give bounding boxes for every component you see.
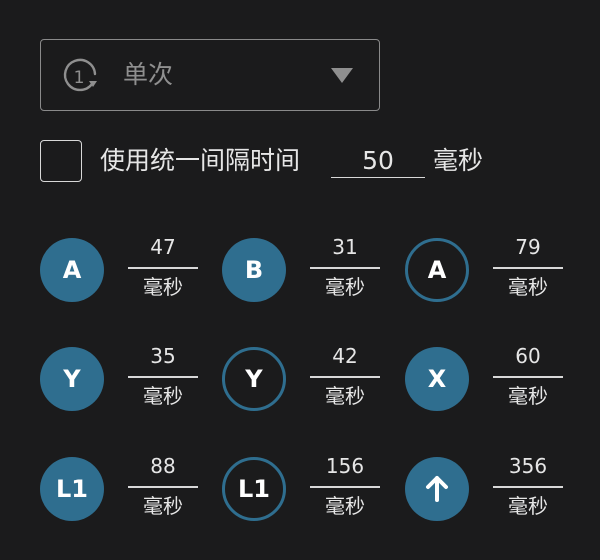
duration-underline <box>310 376 380 378</box>
duration-underline <box>128 267 198 269</box>
duration-underline <box>310 486 380 488</box>
step-item: L1 156 毫秒 <box>222 454 385 521</box>
step-item: 356 毫秒 <box>405 454 568 521</box>
duration-unit: 毫秒 <box>143 494 183 518</box>
mode-dropdown[interactable]: 1 单次 <box>40 39 380 111</box>
step-item: Y 42 毫秒 <box>222 344 385 411</box>
step-item: A 47 毫秒 <box>40 235 203 302</box>
mode-label: 单次 <box>123 60 174 89</box>
duration-underline <box>128 376 198 378</box>
button-up-filled[interactable] <box>405 457 469 521</box>
duration-unit: 毫秒 <box>508 384 548 408</box>
duration-underline <box>310 267 380 269</box>
duration-unit: 毫秒 <box>325 275 365 299</box>
unified-interval-label: 使用统一间隔时间 <box>100 146 301 175</box>
step-item: Y 35 毫秒 <box>40 344 203 411</box>
dropdown-arrow-icon <box>331 68 353 83</box>
unified-interval-input[interactable]: 50 <box>331 143 425 178</box>
duration-input[interactable]: 60 <box>493 341 563 371</box>
duration-underline <box>493 376 563 378</box>
duration-input[interactable]: 31 <box>310 232 380 262</box>
button-a-filled[interactable]: A <box>40 238 104 302</box>
button-l1-filled[interactable]: L1 <box>40 457 104 521</box>
duration-underline <box>493 486 563 488</box>
unified-interval-unit: 毫秒 <box>433 146 484 175</box>
step-item: B 31 毫秒 <box>222 235 385 302</box>
button-a-outline[interactable]: A <box>405 238 469 302</box>
duration-input[interactable]: 356 <box>493 451 563 481</box>
duration-unit: 毫秒 <box>508 494 548 518</box>
button-b-filled[interactable]: B <box>222 238 286 302</box>
duration-unit: 毫秒 <box>325 384 365 408</box>
duration-unit: 毫秒 <box>325 494 365 518</box>
svg-text:1: 1 <box>74 68 85 88</box>
duration-input[interactable]: 47 <box>128 232 198 262</box>
duration-input[interactable]: 156 <box>310 451 380 481</box>
step-item: X 60 毫秒 <box>405 344 568 411</box>
duration-input[interactable]: 42 <box>310 341 380 371</box>
duration-input[interactable]: 79 <box>493 232 563 262</box>
duration-input[interactable]: 35 <box>128 341 198 371</box>
duration-underline <box>128 486 198 488</box>
duration-unit: 毫秒 <box>143 384 183 408</box>
duration-unit: 毫秒 <box>143 275 183 299</box>
button-y-filled[interactable]: Y <box>40 347 104 411</box>
arrow-up-icon <box>426 476 448 502</box>
duration-unit: 毫秒 <box>508 275 548 299</box>
unified-interval-row: 使用统一间隔时间 50 毫秒 <box>40 140 560 182</box>
button-y-outline[interactable]: Y <box>222 347 286 411</box>
repeat-once-icon: 1 <box>63 58 97 92</box>
step-item: A 79 毫秒 <box>405 235 568 302</box>
unified-interval-checkbox[interactable] <box>40 140 82 182</box>
duration-input[interactable]: 88 <box>128 451 198 481</box>
button-l1-outline[interactable]: L1 <box>222 457 286 521</box>
duration-underline <box>493 267 563 269</box>
step-item: L1 88 毫秒 <box>40 454 203 521</box>
button-x-filled[interactable]: X <box>405 347 469 411</box>
